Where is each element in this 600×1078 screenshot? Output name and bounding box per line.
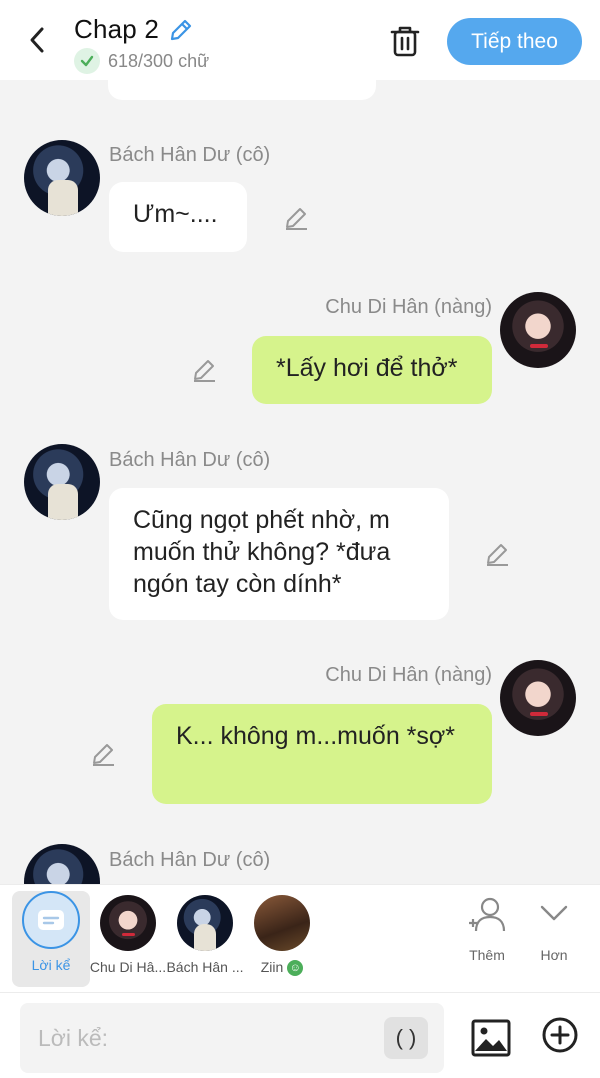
next-button[interactable]: Tiếp theo bbox=[447, 18, 582, 65]
avatar bbox=[177, 895, 233, 951]
chevron-down-icon bbox=[540, 905, 568, 921]
character-ziin[interactable]: Ziin ☺ bbox=[243, 891, 321, 987]
add-person-icon bbox=[469, 897, 506, 932]
pencil-icon bbox=[487, 544, 508, 566]
character-narration[interactable]: Lời kể bbox=[12, 891, 90, 987]
add-character-button[interactable]: Thêm bbox=[457, 897, 517, 981]
message-bubble[interactable]: Ưm~.... bbox=[109, 182, 247, 252]
edit-message-button[interactable] bbox=[483, 540, 511, 568]
input-bar: ( ) bbox=[0, 992, 600, 1078]
character-label: Bách Hân ... bbox=[166, 959, 244, 975]
add-label: Thêm bbox=[469, 947, 505, 963]
pencil-icon bbox=[93, 744, 114, 766]
image-icon bbox=[471, 1019, 511, 1057]
pencil-icon bbox=[194, 360, 215, 382]
avatar[interactable] bbox=[24, 844, 100, 884]
character-label: Lời kể bbox=[31, 957, 71, 973]
avatar bbox=[100, 895, 156, 951]
add-button[interactable] bbox=[540, 1015, 580, 1055]
check-icon bbox=[74, 48, 100, 74]
avatar[interactable] bbox=[500, 660, 576, 736]
character-label: Ziin ☺ bbox=[261, 959, 304, 977]
narration-icon bbox=[22, 891, 80, 949]
parentheses-button[interactable]: ( ) bbox=[384, 1017, 428, 1059]
edit-message-button[interactable] bbox=[190, 356, 218, 384]
top-bar: Chap 2 618/300 chữ Tiếp theo bbox=[0, 0, 600, 80]
character-bar: Lời kể Chu Di Hâ... Bách Hân ... Ziin ☺ T… bbox=[0, 884, 600, 992]
message-bubble[interactable]: *Lấy hơi để thở* bbox=[252, 336, 492, 404]
edit-title-button[interactable] bbox=[167, 16, 195, 44]
message-bubble[interactable]: K... không m...muốn *sợ* bbox=[152, 704, 492, 804]
sender-name: Bách Hân Dư (cô) bbox=[109, 849, 271, 871]
trash-icon bbox=[390, 26, 420, 57]
smile-badge-icon: ☺ bbox=[287, 960, 304, 977]
message-bubble[interactable]: Cũng ngọt phết nhờ, m muốn thử không? *đ… bbox=[109, 488, 449, 620]
title-row: Chap 2 bbox=[74, 14, 195, 45]
edit-message-button[interactable] bbox=[282, 204, 310, 232]
image-button[interactable] bbox=[470, 1017, 512, 1059]
pencil-icon bbox=[286, 208, 307, 230]
delete-button[interactable] bbox=[386, 22, 424, 60]
character-chu-di-han[interactable]: Chu Di Hâ... bbox=[89, 891, 167, 987]
word-count: 618/300 chữ bbox=[108, 50, 210, 71]
avatar bbox=[254, 895, 310, 951]
more-button[interactable]: Hơn bbox=[524, 897, 584, 981]
word-count-row: 618/300 chữ bbox=[74, 48, 209, 74]
message-bubble-partial bbox=[108, 80, 376, 100]
narration-input[interactable] bbox=[20, 1003, 444, 1073]
sender-name: Chu Di Hân (nàng) bbox=[325, 664, 492, 686]
chevron-left-icon bbox=[30, 27, 44, 53]
sender-name: Bách Hân Dư (cô) bbox=[109, 144, 271, 166]
character-label: Chu Di Hâ... bbox=[89, 959, 167, 975]
pencil-icon bbox=[170, 19, 192, 40]
plus-circle-icon bbox=[542, 1017, 578, 1053]
sender-name: Bách Hân Dư (cô) bbox=[109, 449, 271, 471]
edit-message-button[interactable] bbox=[89, 740, 117, 768]
chapter-title: Chap 2 bbox=[74, 14, 160, 44]
avatar[interactable] bbox=[500, 292, 576, 368]
more-label: Hơn bbox=[540, 947, 568, 963]
sender-name: Chu Di Hân (nàng) bbox=[325, 296, 492, 318]
character-bach-han-du[interactable]: Bách Hân ... bbox=[166, 891, 244, 987]
avatar[interactable] bbox=[24, 444, 100, 520]
back-button[interactable] bbox=[20, 22, 54, 58]
chat-area[interactable]: Bách Hân Dư (cô) Ưm~.... Chu Di Hân (nàn… bbox=[0, 80, 600, 884]
avatar[interactable] bbox=[24, 140, 100, 216]
